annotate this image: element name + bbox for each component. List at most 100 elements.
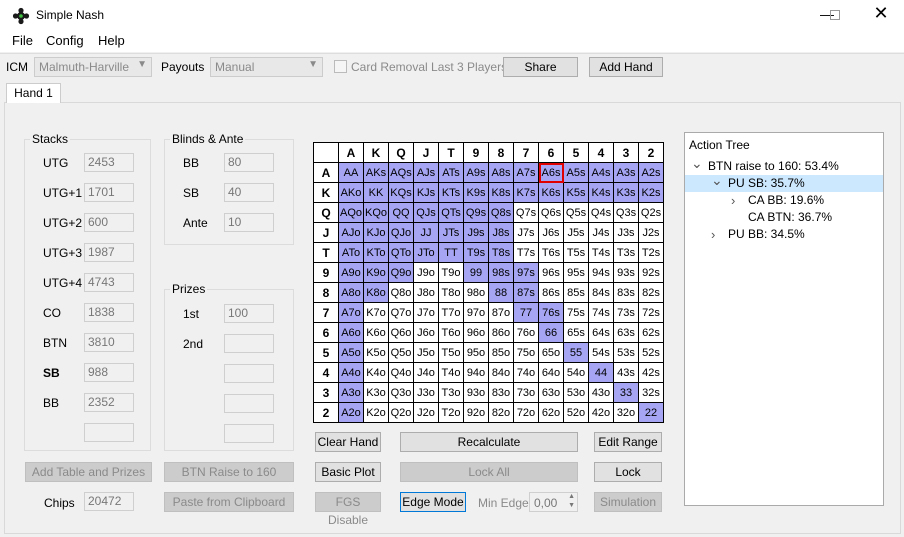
hand-cell[interactable]: 97s: [513, 262, 539, 283]
lock-all-button[interactable]: Lock All: [400, 462, 578, 482]
hand-cell[interactable]: AJo: [338, 222, 364, 243]
hand-cell[interactable]: KK: [363, 182, 389, 203]
hand-cell[interactable]: T7s: [513, 242, 539, 263]
hand-cell[interactable]: 98s: [488, 262, 514, 283]
hand-cell[interactable]: Q2o: [388, 402, 414, 423]
chevron-right-icon[interactable]: ›: [731, 193, 735, 208]
btn-raise-button[interactable]: BTN Raise to 160: [164, 462, 294, 482]
lock-button[interactable]: Lock: [594, 462, 662, 482]
hand-cell[interactable]: 42s: [638, 362, 664, 383]
hand-cell[interactable]: 52s: [638, 342, 664, 363]
hand-cell[interactable]: QTo: [388, 242, 414, 263]
hand-cell[interactable]: J5s: [563, 222, 589, 243]
hand-cell[interactable]: 92s: [638, 262, 664, 283]
hand-cell[interactable]: J4s: [588, 222, 614, 243]
hand-cell[interactable]: Q8s: [488, 202, 514, 223]
hand-cell[interactable]: K2s: [638, 182, 664, 203]
hand-cell[interactable]: K9o: [363, 262, 389, 283]
prize-field[interactable]: [224, 394, 274, 413]
hand-cell[interactable]: 84o: [488, 362, 514, 383]
hand-cell[interactable]: J8o: [413, 282, 439, 303]
hand-cell[interactable]: Q5s: [563, 202, 589, 223]
hand-cell[interactable]: K9s: [463, 182, 489, 203]
hand-cell[interactable]: K5o: [363, 342, 389, 363]
hand-cell[interactable]: A6s: [538, 162, 564, 183]
hand-cell[interactable]: A9s: [463, 162, 489, 183]
hand-cell[interactable]: 42o: [588, 402, 614, 423]
edit-range-button[interactable]: Edit Range: [594, 432, 662, 452]
hand-cell[interactable]: A8o: [338, 282, 364, 303]
hand-cell[interactable]: Q7s: [513, 202, 539, 223]
hand-cell[interactable]: 54o: [563, 362, 589, 383]
hand-cell[interactable]: J3o: [413, 382, 439, 403]
hand-cell[interactable]: 97o: [463, 302, 489, 323]
hand-cell[interactable]: 72o: [513, 402, 539, 423]
hand-cell[interactable]: 33: [613, 382, 639, 403]
prize-field[interactable]: [224, 364, 274, 383]
hand-cell[interactable]: 99: [463, 262, 489, 283]
hand-cell[interactable]: 96s: [538, 262, 564, 283]
hand-cell[interactable]: T5s: [563, 242, 589, 263]
hand-cell[interactable]: AA: [338, 162, 364, 183]
add-hand-button[interactable]: Add Hand: [589, 57, 663, 77]
chevron-right-icon[interactable]: ›: [711, 227, 715, 242]
hand-cell[interactable]: J4o: [413, 362, 439, 383]
hand-cell[interactable]: KJo: [363, 222, 389, 243]
hand-cell[interactable]: 64o: [538, 362, 564, 383]
hand-cell[interactable]: QJo: [388, 222, 414, 243]
hand-cell[interactable]: 93o: [463, 382, 489, 403]
hand-cell[interactable]: J7o: [413, 302, 439, 323]
hand-cell[interactable]: 44: [588, 362, 614, 383]
hand-cell[interactable]: Q7o: [388, 302, 414, 323]
add-table-prizes-button[interactable]: Add Table and Prizes: [25, 462, 152, 482]
hand-cell[interactable]: T9o: [438, 262, 464, 283]
hand-cell[interactable]: 62o: [538, 402, 564, 423]
hand-cell[interactable]: T4o: [438, 362, 464, 383]
hand-cell[interactable]: T5o: [438, 342, 464, 363]
hand-cell[interactable]: 64s: [588, 322, 614, 343]
hand-cell[interactable]: QQ: [388, 202, 414, 223]
hand-cell[interactable]: 95s: [563, 262, 589, 283]
hand-cell[interactable]: 66: [538, 322, 564, 343]
spin-up-icon[interactable]: ▲: [568, 493, 575, 500]
hand-cell[interactable]: 74o: [513, 362, 539, 383]
paste-clipboard-button[interactable]: Paste from Clipboard: [164, 492, 294, 512]
hand-cell[interactable]: 94s: [588, 262, 614, 283]
tree-node[interactable]: › PU BB: 34.5%: [685, 226, 883, 243]
hand-cell[interactable]: J9o: [413, 262, 439, 283]
hand-cell[interactable]: 93s: [613, 262, 639, 283]
hand-cell[interactable]: 55: [563, 342, 589, 363]
hand-cell[interactable]: 85s: [563, 282, 589, 303]
blind-field[interactable]: 10: [224, 213, 274, 232]
chevron-down-icon[interactable]: ⌄: [711, 172, 723, 189]
hand-cell[interactable]: J8s: [488, 222, 514, 243]
hand-cell[interactable]: 53o: [563, 382, 589, 403]
hand-cell[interactable]: K7o: [363, 302, 389, 323]
stack-field[interactable]: 2453: [84, 153, 134, 172]
hand-cell[interactable]: ATo: [338, 242, 364, 263]
blind-field[interactable]: 80: [224, 153, 274, 172]
hand-cell[interactable]: 52o: [563, 402, 589, 423]
hand-cell[interactable]: JJ: [413, 222, 439, 243]
tree-node[interactable]: › CA BB: 19.6%: [685, 192, 883, 209]
payouts-select[interactable]: Manual ▼: [210, 57, 323, 77]
card-removal-checkbox[interactable]: [334, 60, 347, 73]
basic-plot-button[interactable]: Basic Plot: [315, 462, 381, 482]
hand-cell[interactable]: AQs: [388, 162, 414, 183]
hand-cell[interactable]: 54s: [588, 342, 614, 363]
hand-cell[interactable]: T8o: [438, 282, 464, 303]
menu-help[interactable]: Help: [98, 33, 125, 48]
spin-down-icon[interactable]: ▼: [568, 502, 575, 509]
tab-hand-1[interactable]: Hand 1: [6, 83, 61, 103]
stack-field[interactable]: 1701: [84, 183, 134, 202]
tree-node[interactable]: CA BTN: 36.7%: [685, 209, 883, 226]
hand-cell[interactable]: K8o: [363, 282, 389, 303]
hand-cell[interactable]: 72s: [638, 302, 664, 323]
share-button[interactable]: Share: [503, 57, 578, 77]
edge-mode-button[interactable]: Edge Mode: [400, 492, 466, 512]
hand-cell[interactable]: 87o: [488, 302, 514, 323]
menu-config[interactable]: Config: [46, 33, 84, 48]
hand-cell[interactable]: A3s: [613, 162, 639, 183]
hand-cell[interactable]: 86s: [538, 282, 564, 303]
prize-field[interactable]: [224, 334, 274, 353]
